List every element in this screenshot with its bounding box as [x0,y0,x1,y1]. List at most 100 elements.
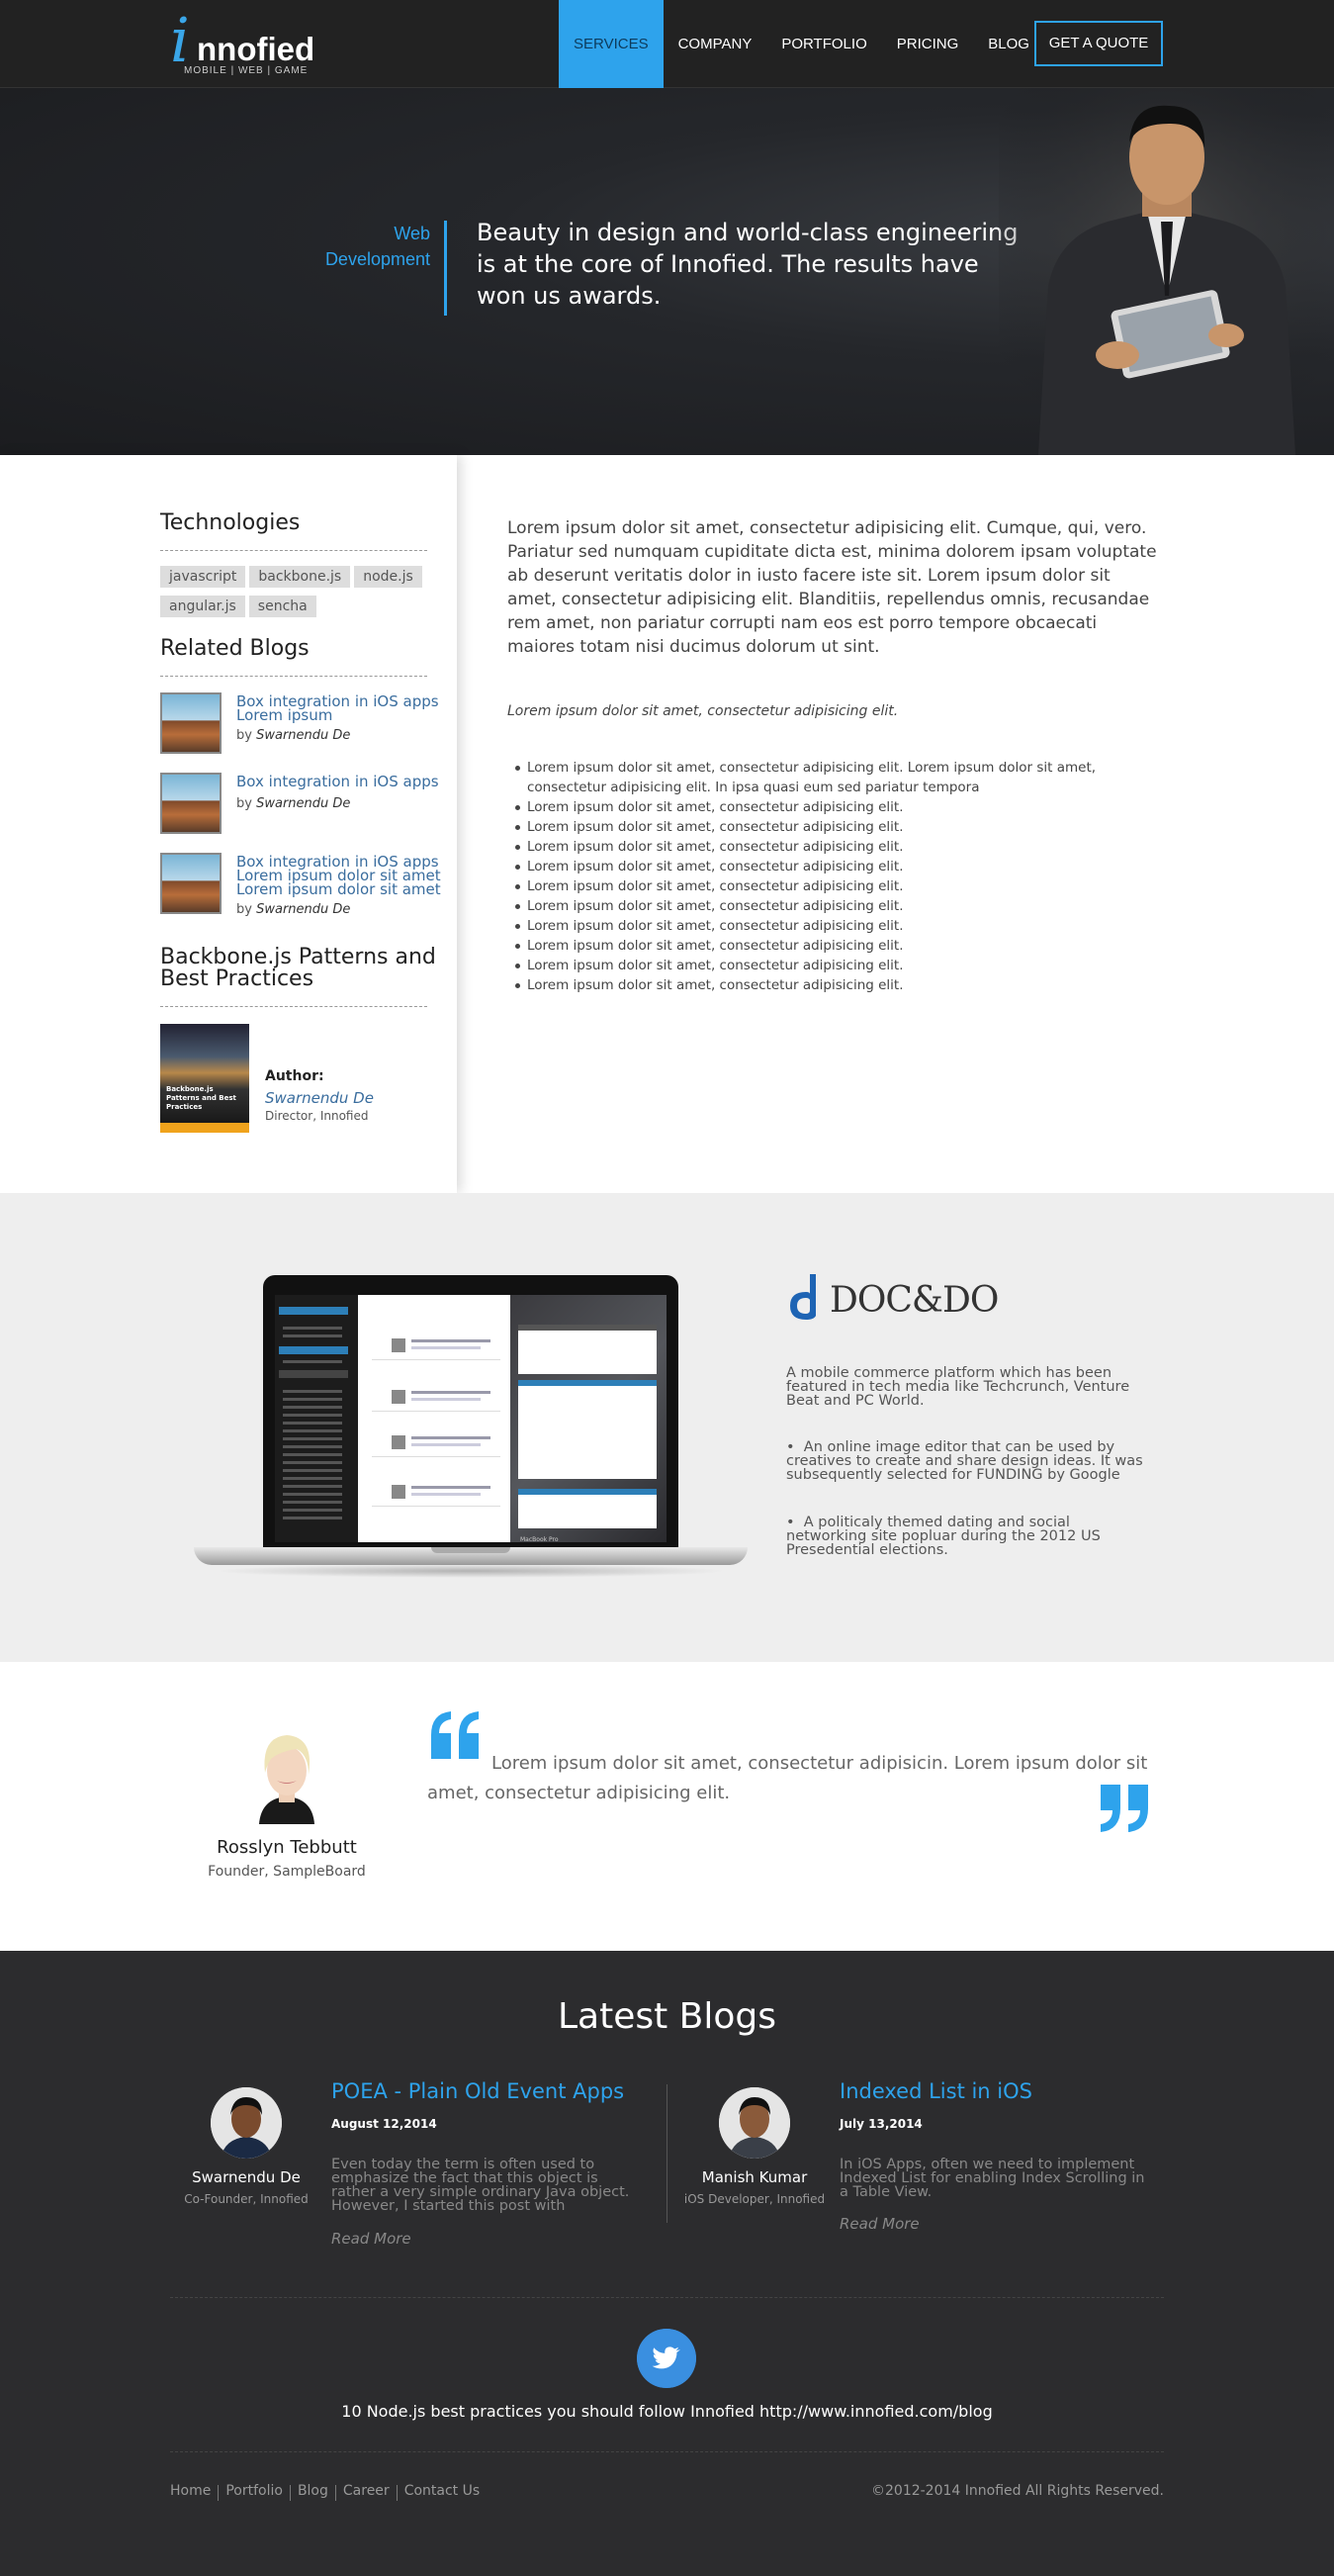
technology-tags: javascript backbone.js node.js angular.js se… [160,566,437,625]
blog-thumbnail[interactable] [160,773,222,834]
related-blog-item: Box integration in iOS apps by Swarnendu… [160,773,457,838]
blog-author-role: iOS Developer, Innofied [683,2192,826,2206]
author-label: Author: [265,1068,324,1084]
main-nav: SERVICES COMPANY PORTFOLIO PRICING BLOG [559,0,1044,88]
get-a-quote-button[interactable]: GET A QUOTE [1034,21,1163,66]
portfolio-description: A mobile commerce platform which has bee… [786,1365,1130,1409]
list-item: Lorem ipsum dolor sit amet, consectetur … [507,896,1160,916]
related-blog-item: Box integration in iOS apps Lorem ipsum … [160,853,457,918]
tag-javascript[interactable]: javascript [160,566,246,588]
related-blog-byline: by Swarnendu De [236,796,351,811]
latest-blogs-heading: Latest Blogs [557,1996,777,2037]
nav-services[interactable]: SERVICES [559,0,664,88]
blog-post-date: July 13,2014 [840,2117,923,2131]
hero-text: Beauty in design and world-class enginee… [477,219,1019,310]
app-sidebar [275,1295,358,1542]
book-cover[interactable]: Backbone.js Patterns and Best Practices [160,1024,249,1133]
author-name-link[interactable]: Swarnendu De [265,1089,374,1107]
portfolio-bullet: • An online image editor that can be use… [786,1439,1143,1483]
tag-backbone[interactable]: backbone.js [249,566,351,588]
related-blog-byline: by Swarnendu De [236,902,351,917]
blog-author-name: Swarnendu De [192,2168,301,2186]
site-header: i nnofied MOBILE | WEB | GAME SERVICES C… [0,0,1334,88]
docdo-logo-text: DOC&DO [830,1280,999,1321]
related-blogs-heading: Related Blogs [160,636,310,661]
book-band [160,1123,249,1133]
read-more-link[interactable]: Read More [331,2230,411,2248]
divider [170,2451,1164,2452]
list-item: Lorem ipsum dolor sit amet, consectetur … [507,936,1160,956]
related-blog-link[interactable]: Box integration in iOS apps Lorem ipsum [236,694,454,723]
app-modal-area [510,1295,667,1542]
footer-nav: Home Portfolio Blog Career Contact Us [170,2483,480,2501]
footer-link-portfolio[interactable]: Portfolio [225,2483,283,2501]
laptop-mockup: MacBook Pro [194,1275,748,1578]
footer-link-contact[interactable]: Contact Us [404,2483,480,2501]
divider [160,550,427,551]
book-cover-title: Backbone.js Patterns and Best Practices [166,1085,236,1111]
logo-name: nnofied [197,31,315,67]
docdo-logo[interactable]: DOC&DO [786,1272,1023,1328]
hero-label: Web Development [324,224,430,269]
blog-thumbnail[interactable] [160,853,222,914]
hero-divider [444,221,447,316]
separator [396,2485,398,2501]
divider [170,2297,1164,2298]
hero-person-image [999,88,1334,455]
testimonial-avatar [259,1735,314,1824]
main-bullet-list: Lorem ipsum dolor sit amet, consectetur … [507,758,1160,995]
blog-post-date: August 12,2014 [331,2117,437,2131]
nav-pricing[interactable]: PRICING [882,0,974,88]
tag-nodejs[interactable]: node.js [354,566,422,588]
blog-author-name: Manish Kumar [701,2168,808,2186]
read-more-link[interactable]: Read More [840,2215,920,2233]
list-item: Lorem ipsum dolor sit amet, consectetur … [507,837,1160,857]
innofied-logo[interactable]: i nnofied MOBILE | WEB | GAME [170,10,318,79]
separator [334,2485,336,2501]
related-blog-item: Box integration in iOS apps Lorem ipsum … [160,692,457,758]
nav-company[interactable]: COMPANY [664,0,767,88]
laptop-notch [431,1547,510,1553]
related-blog-link[interactable]: Box integration in iOS apps Lorem ipsum … [236,855,454,897]
blog-post-title[interactable]: POEA - Plain Old Event Apps [331,2079,624,2103]
logo-tagline: MOBILE | WEB | GAME [184,65,309,76]
tweet-text[interactable]: 10 Node.js best practices you should fol… [0,2402,1334,2421]
list-item: Lorem ipsum dolor sit amet, consectetur … [507,857,1160,876]
list-item: Lorem ipsum dolor sit amet, consectetur … [507,956,1160,975]
app-screenshot [275,1295,667,1542]
footer-link-blog[interactable]: Blog [298,2483,328,2501]
list-item: Lorem ipsum dolor sit amet, consectetur … [507,876,1160,896]
portfolio-showcase: MacBook Pro DOC&DO A mobile commerce pla… [0,1193,1334,1662]
author-role: Director, Innofied [265,1109,369,1123]
related-blog-link[interactable]: Box integration in iOS apps [236,775,454,789]
list-item: Lorem ipsum dolor sit amet, consectetur … [507,975,1160,995]
tag-angularjs[interactable]: angular.js [160,596,245,617]
portfolio-bullet: • A politicaly themed dating and social … [786,1515,1101,1558]
nav-portfolio[interactable]: PORTFOLIO [766,0,881,88]
footer-link-home[interactable]: Home [170,2483,211,2501]
blog-post-title[interactable]: Indexed List in iOS [840,2079,1032,2103]
app-feed [358,1295,510,1542]
footer-link-career[interactable]: Career [343,2483,390,2501]
separator [289,2485,291,2501]
book-heading: Backbone.js Patterns and Best Practices [160,945,436,991]
blog-thumbnail[interactable] [160,692,222,754]
hero-banner: Web Development Beauty in design and wor… [0,88,1334,455]
blog-author-avatar [719,2087,790,2159]
testimonial-name: Rosslyn Tebbutt [217,1837,357,1858]
main-intro-paragraph: Lorem ipsum dolor sit amet, consectetur … [507,518,1157,657]
blog-post-excerpt: In iOS Apps, often we need to implement … [840,2157,1145,2200]
main-italic-text: Lorem ipsum dolor sit amet, consectetur … [507,703,899,719]
list-item: Lorem ipsum dolor sit amet, consectetur … [507,758,1160,797]
separator [218,2485,220,2501]
laptop-label: MacBook Pro [520,1536,559,1543]
blog-author-role: Co-Founder, Innofied [184,2192,309,2206]
docdo-mark-icon [790,1274,816,1320]
list-item: Lorem ipsum dolor sit amet, consectetur … [507,817,1160,837]
twitter-icon[interactable] [637,2329,696,2388]
related-blog-byline: by Swarnendu De [236,728,351,743]
tag-sencha[interactable]: sencha [248,596,316,617]
blog-author-avatar [211,2087,282,2159]
quote-close-icon [1101,1785,1148,1832]
blog-post-excerpt: Even today the term is often used to emp… [331,2157,630,2214]
